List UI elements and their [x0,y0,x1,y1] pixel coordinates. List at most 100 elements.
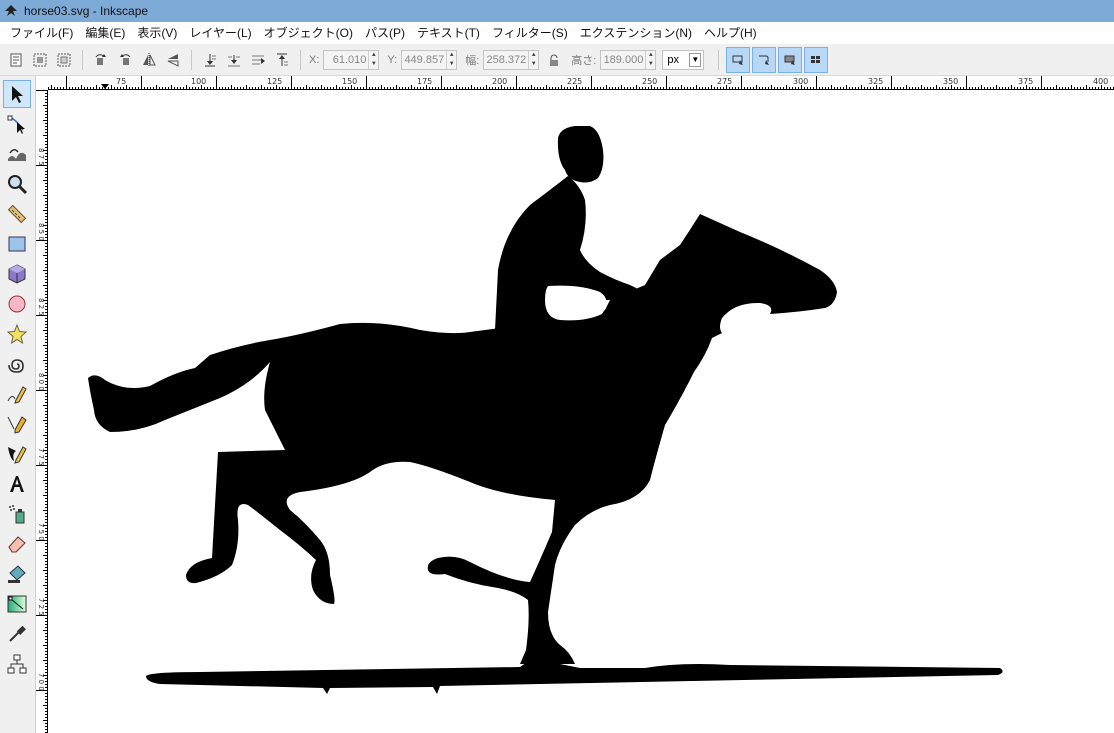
flip-vertical-icon [167,53,179,67]
menu-object[interactable]: オブジェクト(O) [258,22,359,44]
menu-layer[interactable]: レイヤー(L) [183,22,257,44]
deselect-button[interactable] [53,49,75,71]
scale-stroke-toggle[interactable] [726,46,751,73]
pen-tool[interactable] [3,410,31,438]
menu-file[interactable]: ファイル(F) [4,22,79,44]
vruler-label: 8 7 5 [37,148,45,166]
raise-button[interactable] [247,49,269,71]
pencil-tool-icon [7,386,27,404]
select-all-icon [10,53,22,66]
menu-edit[interactable]: 編集(E) [79,22,131,44]
x-input[interactable] [324,50,369,69]
menu-filters[interactable]: フィルター(S) [486,22,574,44]
dropper-tool-icon [9,625,26,642]
unit-dropdown[interactable]: px ▼ [662,49,705,70]
eraser-tool-icon [8,536,26,553]
x-spin-arrows[interactable]: ▲ ▼ [368,50,378,69]
menu-path[interactable]: パス(P) [359,22,411,44]
height-spinbox: ▲▼ [600,49,657,70]
eraser-tool[interactable] [3,530,31,558]
toolbox [0,76,36,733]
y-input[interactable] [402,50,447,69]
raise-to-top-button[interactable] [271,49,293,71]
pencil-tool[interactable] [3,380,31,408]
rotate-cw-button[interactable] [114,49,136,71]
rotate-ccw-icon [95,53,106,65]
vruler-label: 8 2 5 [37,298,45,316]
zoom-tool[interactable] [3,170,31,198]
flip-vertical-button[interactable] [162,49,184,71]
vruler-label: 8 5 0 [37,223,45,241]
dropper-tool[interactable] [3,620,31,648]
select-all-button[interactable] [5,49,27,71]
scale-rounded-corners-toggle[interactable] [752,46,777,73]
lock-icon[interactable] [547,53,561,67]
width-spinbox: ▲▼ [483,49,540,70]
3d-box-tool[interactable] [3,260,31,288]
move-patterns-icon [811,55,821,63]
star-tool[interactable] [3,320,31,348]
calligraphy-tool[interactable] [3,440,31,468]
height-label: 高さ: [571,54,597,67]
y-spin-arrows[interactable]: ▲ ▼ [446,50,456,69]
inkscape-icon [5,5,17,16]
rectangle-tool[interactable] [3,230,31,258]
ruler-tick-label: 200 [492,77,508,86]
raise-icon [252,55,265,64]
vruler-label: 7 7 5 [37,448,45,466]
lower-button[interactable] [223,49,245,71]
window-title: horse03.svg - Inkscape [24,4,149,18]
gradient-tool[interactable] [3,590,31,618]
y-label: Y: [387,53,398,66]
connector-tool[interactable] [3,650,31,678]
ruler-tick-label: 275 [717,77,733,86]
tweak-tool[interactable] [3,140,31,168]
vertical-ruler[interactable]: 8 7 5 8 5 0 8 2 5 8 0 0 7 7 5 7 5 0 7 2 … [36,90,48,733]
drawing-canvas[interactable] [49,91,1114,733]
width-label: 幅: [465,54,480,67]
lower-to-bottom-button[interactable] [199,49,221,71]
width-input[interactable] [484,50,529,69]
vruler-label: 7 0 0 [37,673,45,691]
spray-tool[interactable] [3,500,31,528]
width-spin-arrows[interactable]: ▲ ▼ [528,50,538,69]
text-tool[interactable] [3,470,31,498]
pen-tool-icon [7,416,27,434]
rider-head [557,126,604,183]
measure-tool[interactable] [3,200,31,228]
flip-horizontal-button[interactable] [138,49,160,71]
menu-help[interactable]: ヘルプ(H) [698,22,763,44]
deselect-icon [57,53,71,66]
ruler-tick-label: 325 [868,77,884,86]
selector-tool[interactable] [3,80,31,108]
move-patterns-toggle[interactable] [804,46,829,73]
move-gradients-icon [784,55,796,65]
select-all-layers-icon [33,53,47,66]
tool-controls-bar: X: ▲▼ Y: ▲▼ 幅: ▲▼ 高さ: ▲▼ px ▼ [0,44,1114,76]
menu-extensions[interactable]: エクステンション(N) [574,22,698,44]
node-tool[interactable] [3,110,31,138]
menu-view[interactable]: 表示(V) [131,22,183,44]
horizontal-ruler[interactable]: 75 100 125 150 175 200 225 250 275 300 3… [48,76,1114,90]
paint-bucket-tool[interactable] [3,560,31,588]
text-tool-icon [10,476,24,492]
ruler-tick-label: 350 [943,77,959,86]
calligraphy-tool-icon [8,446,27,464]
select-all-layers-button[interactable] [29,49,51,71]
raise-to-top-icon [277,53,288,66]
vertical-ruler-ticks: 8 7 5 8 5 0 8 2 5 8 0 0 7 7 5 7 5 0 7 2 … [36,90,47,733]
rotate-ccw-button[interactable] [90,49,112,71]
spray-tool-icon [9,505,25,524]
spiral-tool[interactable] [3,350,31,378]
menu-text[interactable]: テキスト(T) [411,22,486,44]
connector-tool-icon [7,654,27,674]
vruler-label: 7 5 0 [37,523,45,541]
separator [82,49,83,70]
horse-rider-silhouette[interactable] [49,91,1114,733]
ellipse-tool[interactable] [3,290,31,318]
height-spin-arrows[interactable]: ▲ ▼ [645,50,655,69]
move-gradients-toggle[interactable] [778,46,803,73]
height-input[interactable] [601,50,646,69]
spiral-tool-icon [8,359,24,373]
separator [300,49,301,70]
